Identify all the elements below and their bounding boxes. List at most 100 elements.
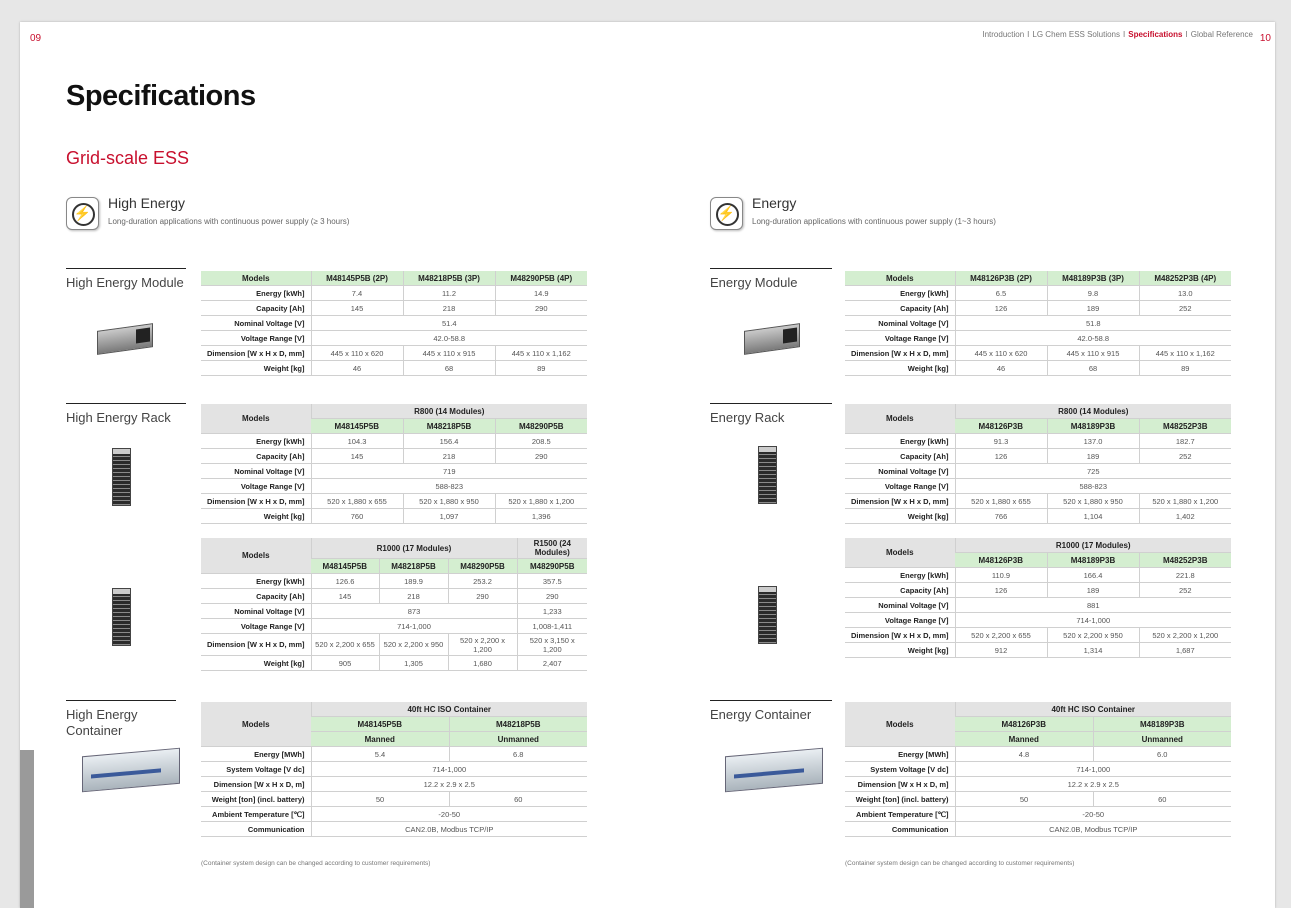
table-cell: 290: [516, 588, 588, 604]
table-header-cell: M48126P3B (2P): [954, 271, 1047, 286]
table-cell: CAN2.0B, Modbus TCP/IP: [310, 821, 588, 837]
table-cell: 714-1,000: [310, 618, 518, 634]
rack-r1000-spec-table: Models R1000 (17 Modules) R1500 (24 Module…: [201, 538, 588, 671]
row-label: Capacity [Ah]: [201, 448, 311, 464]
table-cell: 145: [310, 300, 403, 316]
table-cell: 445 x 110 x 915: [402, 345, 495, 361]
nav-item-introduction[interactable]: Introduction: [982, 30, 1024, 39]
table-cell: 7.4: [310, 285, 403, 301]
row-label: Communication: [201, 821, 311, 837]
rack-group-header: R1500 (24 Modules): [516, 538, 588, 559]
row-label: Energy [kWh]: [201, 573, 311, 589]
row-label: Nominal Voltage [V]: [845, 463, 955, 479]
table-cell: 189: [1046, 300, 1139, 316]
table-cell: 9.8: [1046, 285, 1139, 301]
table-header-row: Models M48126P3B (2P) M48189P3B (3P) M48…: [845, 271, 1231, 286]
row-label: Nominal Voltage [V]: [201, 463, 311, 479]
row-label: Dimension [W x H x D, mm]: [201, 345, 311, 361]
model-header-cell: M48252P3B: [1138, 418, 1232, 434]
row-label: Energy [kWh]: [845, 433, 955, 449]
table-cell: 520 x 1,880 x 950: [402, 493, 495, 509]
table-row: Energy [kWh] 6.5 9.8 13.0: [845, 285, 1231, 301]
table-cell: 588-823: [954, 478, 1232, 494]
table-cell: 166.4: [1046, 567, 1139, 583]
table-cell: -20-50: [954, 806, 1232, 822]
model-header-cell: M48290P5B: [447, 558, 518, 574]
table-cell: 182.7: [1138, 433, 1232, 449]
table-cell: 126.6: [310, 573, 379, 589]
models-label: Models: [201, 538, 311, 574]
type-header-cell: Manned: [955, 731, 1093, 747]
table-cell: 520 x 1,880 x 1,200: [494, 493, 588, 509]
table-row: System Voltage [V dc] 714-1,000: [845, 761, 1232, 777]
table-row: Energy [MWh] 4.8 6.0: [845, 746, 1232, 762]
table-cell: 6.8: [448, 746, 588, 762]
table-header-cell: Models: [201, 271, 311, 286]
nav-item-global-reference[interactable]: Global Reference: [1191, 30, 1253, 39]
table-cell: 1,680: [447, 655, 518, 671]
models-label: Models: [845, 538, 955, 568]
table-header-row: Models R800 (14 Modules): [845, 404, 1232, 434]
table-header-row: Models R800 (14 Modules): [201, 404, 588, 434]
table-header-cell: M48252P3B (4P): [1138, 271, 1231, 286]
table-cell: 290: [494, 300, 587, 316]
table-cell: 89: [494, 360, 587, 376]
model-header-cell: M48252P3B: [1138, 552, 1232, 568]
row-label: Capacity [Ah]: [201, 300, 311, 316]
table-row: Capacity [Ah] 145 218 290: [201, 300, 587, 316]
row-label: Voltage Range [V]: [845, 478, 955, 494]
row-label: Voltage Range [V]: [201, 618, 311, 634]
table-cell: 766: [954, 508, 1047, 524]
table-cell: 6.5: [954, 285, 1047, 301]
table-cell: 68: [402, 360, 495, 376]
table-row: Nominal Voltage [V] 719: [201, 463, 588, 479]
table-cell: 1,305: [378, 655, 448, 671]
nav-item-lg-chem-ess-solutions[interactable]: LG Chem ESS Solutions: [1032, 30, 1120, 39]
table-cell: 252: [1138, 582, 1232, 598]
table-cell: 1,008-1,411: [516, 618, 588, 634]
rack-group-header: R800 (14 Modules): [954, 404, 1232, 419]
type-header-cell: Unmanned: [1092, 731, 1232, 747]
category-description: Long-duration applications with continuo…: [108, 217, 350, 226]
table-row: Energy [kWh] 126.6 189.9 253.2 357.5: [201, 573, 588, 589]
rack-group-header: R1000 (17 Modules): [310, 538, 518, 559]
table-cell: 156.4: [402, 433, 495, 449]
row-label: System Voltage [V dc]: [201, 761, 311, 777]
table-cell: 520 x 2,200 x 1,200: [1138, 627, 1232, 643]
section-label-container: Energy Container: [710, 700, 832, 723]
footnote: (Container system design can be changed …: [845, 860, 1075, 867]
table-cell: 60: [448, 791, 588, 807]
nav-item-specifications[interactable]: Specifications: [1128, 30, 1182, 39]
model-header-cell: M48189P3B: [1046, 418, 1139, 434]
table-cell: 445 x 110 x 620: [954, 345, 1047, 361]
category-description: Long-duration applications with continuo…: [752, 217, 996, 226]
table-cell: 137.0: [1046, 433, 1139, 449]
table-cell: 218: [378, 588, 448, 604]
table-row: Dimension [W x H x D, mm] 445 x 110 x 620…: [845, 345, 1231, 361]
row-label: Capacity [Ah]: [845, 300, 955, 316]
row-label: Dimension [W x H x D, mm]: [201, 493, 311, 509]
table-cell: 51.8: [954, 315, 1231, 331]
table-row: Energy [kWh] 91.3 137.0 182.7: [845, 433, 1232, 449]
row-label: Voltage Range [V]: [845, 612, 955, 628]
table-row: Voltage Range [V] 588-823: [845, 478, 1232, 494]
table-row: Weight [ton] (incl. battery) 50 60: [201, 791, 588, 807]
row-label: Capacity [Ah]: [845, 448, 955, 464]
table-header-cell: M48189P3B (3P): [1046, 271, 1139, 286]
row-label: Weight [ton] (incl. battery): [845, 791, 955, 807]
row-label: Dimension [W x H x D, mm]: [845, 345, 955, 361]
row-label: Communication: [845, 821, 955, 837]
table-cell: 60: [1092, 791, 1232, 807]
table-cell: 5.4: [310, 746, 449, 762]
container-group-header: 40ft HC ISO Container: [954, 702, 1232, 717]
table-row: Nominal Voltage [V] 881: [845, 597, 1232, 613]
row-label: Dimension [W x H x D, mm]: [201, 633, 311, 656]
table-row: Nominal Voltage [V] 51.4: [201, 315, 587, 331]
table-row: Voltage Range [V] 714-1,000: [845, 612, 1232, 628]
battery-rack-image: [112, 588, 131, 646]
table-cell: 189: [1046, 582, 1139, 598]
model-header-cell: M48218P5B: [402, 418, 495, 434]
section-label-module: High Energy Module: [66, 268, 186, 291]
table-cell: 520 x 1,880 x 1,200: [1138, 493, 1232, 509]
type-header-cell: Manned: [311, 731, 449, 747]
